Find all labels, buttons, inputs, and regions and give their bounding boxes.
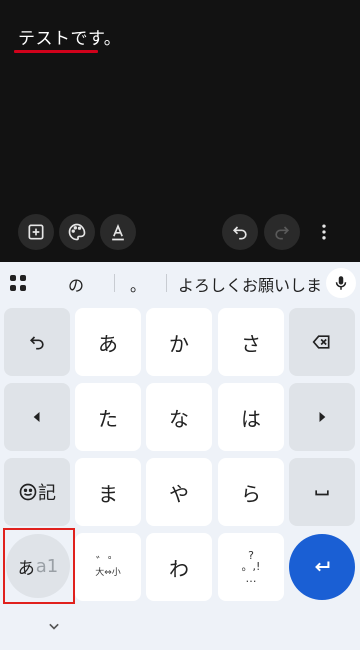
arrow-left-icon	[33, 412, 40, 422]
key-na[interactable]: な	[146, 383, 212, 451]
suggestion-item[interactable]: よろしくお願いします	[178, 272, 320, 296]
enter-key[interactable]	[289, 534, 355, 600]
mic-icon[interactable]	[326, 268, 356, 298]
suggestion-divider	[166, 274, 167, 292]
suggestion-bar: の 。 よろしくお願いします	[0, 262, 360, 304]
highlight-box	[3, 528, 75, 604]
dakuten-key[interactable]: ゛゜ 大⇔小	[75, 533, 141, 601]
key-a[interactable]: あ	[75, 308, 141, 376]
apps-grid-icon[interactable]	[8, 273, 28, 293]
note-text[interactable]: テストです。	[18, 24, 121, 49]
undo-icon[interactable]	[222, 214, 258, 250]
redo-icon[interactable]	[264, 214, 300, 250]
enter-icon	[315, 561, 330, 572]
suggestion-item[interactable]: 。	[130, 272, 146, 296]
key-ya[interactable]: や	[146, 458, 212, 526]
key-ma[interactable]: ま	[75, 458, 141, 526]
backspace-key[interactable]	[289, 308, 355, 376]
size-toggle-label: 大⇔小	[95, 567, 121, 578]
punct-bottom-label: …	[245, 571, 257, 585]
emoji-icon	[19, 483, 37, 501]
key-sa[interactable]: さ	[218, 308, 284, 376]
composition-underline	[14, 50, 98, 53]
emoji-key-label: 記	[38, 483, 56, 504]
text-format-icon[interactable]	[100, 214, 136, 250]
arrow-right-icon	[319, 412, 326, 422]
keyboard: の 。 よろしくお願いします あ か さ た な は 記 ま や ら あ a1	[0, 262, 360, 650]
palette-icon[interactable]	[59, 214, 95, 250]
punctuation-key[interactable]: ? 。,! …	[218, 533, 284, 601]
cursor-left-key[interactable]	[4, 383, 70, 451]
more-vert-icon[interactable]	[306, 214, 342, 250]
key-wa[interactable]: わ	[146, 533, 212, 601]
cursor-right-key[interactable]	[289, 383, 355, 451]
key-ha[interactable]: は	[218, 383, 284, 451]
space-icon	[315, 490, 329, 496]
emoji-symbol-key[interactable]: 記	[4, 458, 70, 526]
note-editor[interactable]: テストです。	[0, 0, 360, 262]
suggestion-item[interactable]: の	[68, 272, 84, 296]
dakuten-label: ゛゜	[95, 554, 120, 569]
key-ka[interactable]: か	[146, 308, 212, 376]
suggestion-divider	[114, 274, 115, 292]
undo-key[interactable]	[4, 308, 70, 376]
key-ta[interactable]: た	[75, 383, 141, 451]
key-ra[interactable]: ら	[218, 458, 284, 526]
space-key[interactable]	[289, 458, 355, 526]
add-box-icon[interactable]	[18, 214, 54, 250]
backspace-icon	[312, 335, 330, 349]
undo-arrow-icon	[29, 336, 44, 350]
chevron-down-icon[interactable]	[44, 616, 64, 636]
